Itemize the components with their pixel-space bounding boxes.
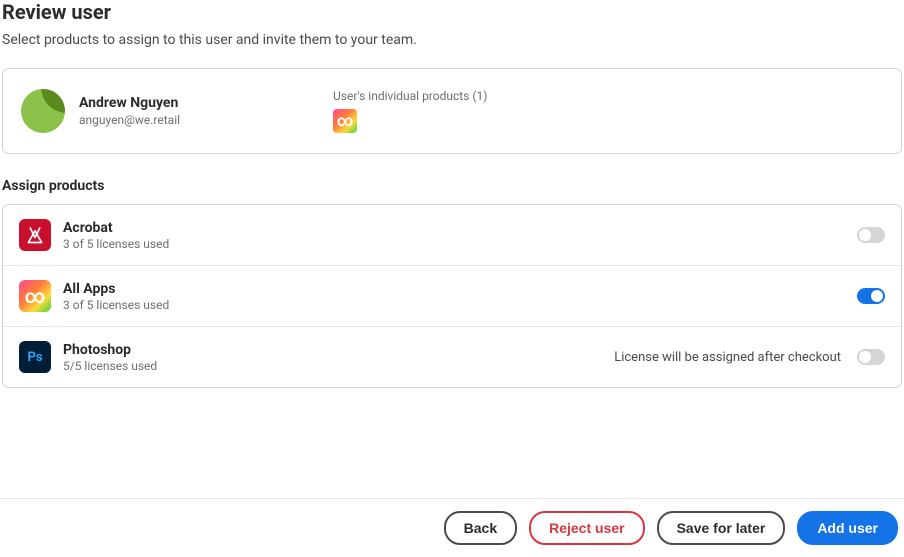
acrobat-icon: [19, 219, 51, 251]
toggle-photoshop[interactable]: [857, 349, 885, 365]
product-row-photoshop: Ps Photoshop 5/5 licenses used License w…: [3, 327, 901, 387]
user-email: anguyen@we.retail: [79, 113, 319, 127]
user-products: User's individual products (1): [333, 89, 487, 133]
toggle-acrobat[interactable]: [857, 227, 885, 243]
page-subtitle: Select products to assign to this user a…: [0, 32, 904, 68]
toggle-allapps[interactable]: [857, 288, 885, 304]
back-button[interactable]: Back: [444, 511, 517, 545]
product-row-acrobat: Acrobat 3 of 5 licenses used: [3, 205, 901, 266]
product-licenses: 5/5 licenses used: [63, 359, 614, 373]
license-note: License will be assigned after checkout: [614, 350, 841, 365]
product-name: Photoshop: [63, 342, 614, 358]
user-products-label: User's individual products (1): [333, 89, 487, 103]
product-text: Photoshop 5/5 licenses used: [63, 342, 614, 373]
product-name: Acrobat: [63, 220, 857, 236]
product-text: All Apps 3 of 5 licenses used: [63, 281, 857, 312]
products-panel: Acrobat 3 of 5 licenses used All Apps 3 …: [2, 204, 902, 388]
footer-bar: Back Reject user Save for later Add user: [0, 498, 904, 557]
product-text: Acrobat 3 of 5 licenses used: [63, 220, 857, 251]
avatar: [21, 89, 65, 133]
assign-products-heading: Assign products: [2, 178, 902, 194]
user-card: Andrew Nguyen anguyen@we.retail User's i…: [2, 68, 902, 154]
save-for-later-button[interactable]: Save for later: [657, 511, 786, 545]
user-info: Andrew Nguyen anguyen@we.retail: [79, 95, 319, 127]
product-name: All Apps: [63, 281, 857, 297]
reject-user-button[interactable]: Reject user: [529, 511, 644, 545]
product-row-allapps: All Apps 3 of 5 licenses used: [3, 266, 901, 327]
all-apps-icon: [19, 280, 51, 312]
product-licenses: 3 of 5 licenses used: [63, 237, 857, 251]
page-title: Review user: [0, 0, 904, 32]
product-licenses: 3 of 5 licenses used: [63, 298, 857, 312]
creative-cloud-icon: [333, 109, 357, 133]
add-user-button[interactable]: Add user: [797, 511, 898, 545]
user-name: Andrew Nguyen: [79, 95, 319, 111]
photoshop-icon: Ps: [19, 341, 51, 373]
